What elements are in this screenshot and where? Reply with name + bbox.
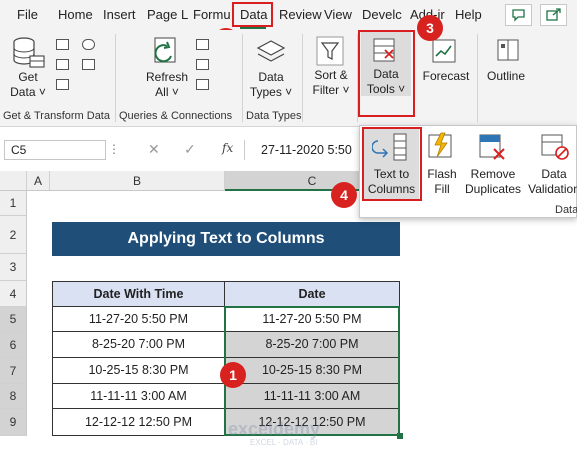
table-cell-b6[interactable]: 8-25-20 7:00 PM [52, 331, 225, 358]
tab-home[interactable]: Home [58, 7, 93, 22]
row-header-3[interactable]: 3 [0, 254, 27, 281]
refresh-icon [154, 37, 176, 63]
group-divider [302, 34, 303, 122]
queries-group-label: Queries & Connections [119, 110, 233, 122]
comments-button[interactable] [505, 4, 532, 26]
formula-value: 27-11-2020 5:50 [261, 143, 352, 157]
forecast-button[interactable] [430, 36, 460, 69]
sort-filter-label: Sort & Filter ˅ [312, 68, 350, 97]
refresh-all-label: Refresh All ˅ [145, 70, 189, 99]
tab-insert[interactable]: Insert [103, 7, 136, 22]
remove-duplicates-label: Remove Duplicates [464, 167, 522, 196]
from-web-icon[interactable] [56, 59, 69, 70]
step-badge-1: 1 [220, 362, 246, 388]
tab-help[interactable]: Help [455, 7, 482, 22]
select-all-corner[interactable] [0, 171, 27, 191]
highlight-data-tools [358, 30, 415, 117]
data-tools-dropdown: Text to Columns Flash Fill Remove Duplic… [359, 125, 577, 218]
tab-review[interactable]: Review [279, 7, 322, 22]
filter-icon [316, 36, 344, 66]
insert-function-icon[interactable]: fx [222, 141, 233, 155]
table-cell-b5[interactable]: 11-27-20 5:50 PM [52, 306, 225, 332]
existing-connections-icon[interactable] [82, 59, 95, 70]
refresh-all-button[interactable]: Refresh All ˅ [146, 34, 189, 99]
data-types-group-label: Data Types [246, 110, 302, 122]
row-header-1[interactable]: 1 [0, 191, 27, 216]
outline-label: Outline [486, 69, 526, 83]
get-data-label: Get Data ˅ [10, 70, 46, 99]
forecast-label: Forecast [422, 69, 470, 83]
name-box-dropdown-icon[interactable]: ⋮ [108, 142, 120, 156]
recent-sources-icon[interactable] [82, 39, 95, 50]
watermark-subtitle: EXCEL · DATA · BI [250, 438, 318, 447]
sheet-title[interactable]: Applying Text to Columns [52, 222, 400, 256]
data-validation-button[interactable]: Data Validation [526, 129, 577, 199]
row-header-2[interactable]: 2 [0, 216, 27, 254]
cancel-icon[interactable]: ✕ [148, 141, 160, 158]
fill-handle[interactable] [397, 433, 403, 439]
table-cell-b7[interactable]: 10-25-15 8:30 PM [52, 357, 225, 384]
data-validation-label: Data Validation [528, 167, 577, 196]
forecast-icon [432, 39, 456, 63]
table-cell-b9[interactable]: 12-12-12 12:50 PM [52, 408, 225, 436]
data-types-icon [256, 40, 286, 62]
row-header-6[interactable]: 6 [0, 332, 27, 358]
comment-icon [512, 9, 525, 22]
outline-icon [497, 39, 519, 61]
selection-range [224, 306, 400, 436]
active-tab-indicator [240, 27, 266, 29]
table-cell-b8[interactable]: 11-11-11 3:00 AM [52, 383, 225, 409]
watermark-logo: exceldemy [228, 419, 321, 439]
share-icon [546, 8, 561, 21]
header-date-with-time[interactable]: Date With Time [52, 281, 225, 307]
queries-connections-icon[interactable] [196, 39, 209, 50]
outline-button[interactable] [493, 36, 523, 69]
group-divider [242, 34, 243, 122]
highlight-text-to-columns [362, 127, 422, 201]
ribbon: Get Data ˅ Get & Transform Data Refresh … [0, 30, 577, 127]
column-header-b[interactable]: B [50, 171, 225, 191]
tab-developer[interactable]: Develc [362, 7, 402, 22]
flash-fill-label: Flash Fill [427, 167, 457, 196]
get-transform-group-label: Get & Transform Data [3, 110, 110, 122]
tab-file[interactable]: File [17, 7, 38, 22]
group-divider [115, 34, 116, 122]
from-table-icon[interactable] [56, 79, 69, 90]
tab-page-layout[interactable]: Page L [147, 7, 188, 22]
tab-formulas[interactable]: Formu [193, 7, 231, 22]
database-icon [13, 37, 45, 68]
data-types-button[interactable]: Data Types ˅ [250, 38, 292, 99]
row-header-7[interactable]: 7 [0, 358, 27, 384]
group-divider [477, 34, 478, 122]
popup-group-label: Data [555, 204, 577, 216]
flash-fill-button[interactable]: Flash Fill [424, 129, 460, 199]
remove-duplicates-icon [479, 134, 505, 160]
get-data-button[interactable]: Get Data ˅ [10, 36, 48, 99]
column-header-a[interactable]: A [27, 171, 50, 191]
edit-links-icon[interactable] [196, 79, 209, 90]
name-box[interactable]: C5 [4, 140, 106, 160]
row-header-8[interactable]: 8 [0, 384, 27, 409]
row-header-5[interactable]: 5 [0, 307, 27, 332]
header-date[interactable]: Date [224, 281, 400, 307]
remove-duplicates-button[interactable]: Remove Duplicates [462, 129, 524, 199]
properties-icon[interactable] [196, 59, 209, 70]
flash-fill-icon [428, 132, 452, 158]
share-button[interactable] [540, 4, 567, 26]
ribbon-tab-bar: File Home Insert Page L Formu Data Revie… [0, 0, 577, 30]
formula-input[interactable]: 27-11-2020 5:50 [244, 140, 361, 160]
data-validation-icon [541, 134, 569, 160]
tab-view[interactable]: View [324, 7, 352, 22]
row-header-9[interactable]: 9 [0, 409, 27, 436]
from-text-icon[interactable] [56, 39, 69, 50]
step-badge-3: 3 [417, 15, 443, 41]
data-types-label: Data Types ˅ [249, 70, 293, 99]
sort-filter-button[interactable] [316, 36, 344, 69]
highlight-data-tab [232, 2, 273, 27]
step-badge-4: 4 [331, 182, 357, 208]
enter-icon[interactable]: ✓ [184, 141, 196, 158]
row-header-4[interactable]: 4 [0, 281, 27, 307]
